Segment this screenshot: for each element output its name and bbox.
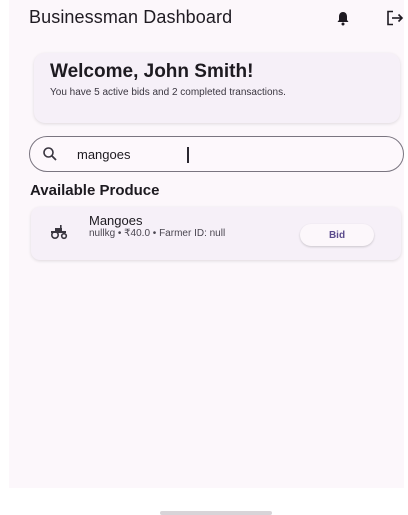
welcome-title: Welcome, John Smith! bbox=[50, 61, 254, 82]
logout-icon bbox=[387, 10, 404, 26]
home-indicator bbox=[160, 511, 272, 515]
search-bar[interactable] bbox=[29, 136, 404, 172]
welcome-subtitle: You have 5 active bids and 2 completed t… bbox=[50, 87, 286, 98]
section-title: Available Produce bbox=[30, 182, 160, 199]
produce-name: Mangoes bbox=[89, 213, 143, 228]
search-input[interactable] bbox=[77, 143, 377, 165]
app-bar: Businessman Dashboard bbox=[0, 0, 408, 40]
search-icon bbox=[43, 147, 57, 161]
bell-icon bbox=[337, 11, 349, 25]
logout-button[interactable] bbox=[384, 8, 406, 28]
page-title: Businessman Dashboard bbox=[29, 7, 233, 27]
notifications-button[interactable] bbox=[334, 9, 352, 27]
produce-list-item[interactable]: Mangoes nullkg • ₹40.0 • Farmer ID: null… bbox=[31, 207, 401, 260]
welcome-card: Welcome, John Smith! You have 5 active b… bbox=[34, 53, 400, 123]
tractor-icon bbox=[50, 225, 68, 240]
bid-button[interactable]: Bid bbox=[300, 224, 374, 246]
text-cursor bbox=[187, 147, 189, 163]
produce-detail: nullkg • ₹40.0 • Farmer ID: null bbox=[89, 228, 226, 239]
dashboard-screen: Businessman Dashboard Welcome, John Smit… bbox=[0, 0, 408, 515]
